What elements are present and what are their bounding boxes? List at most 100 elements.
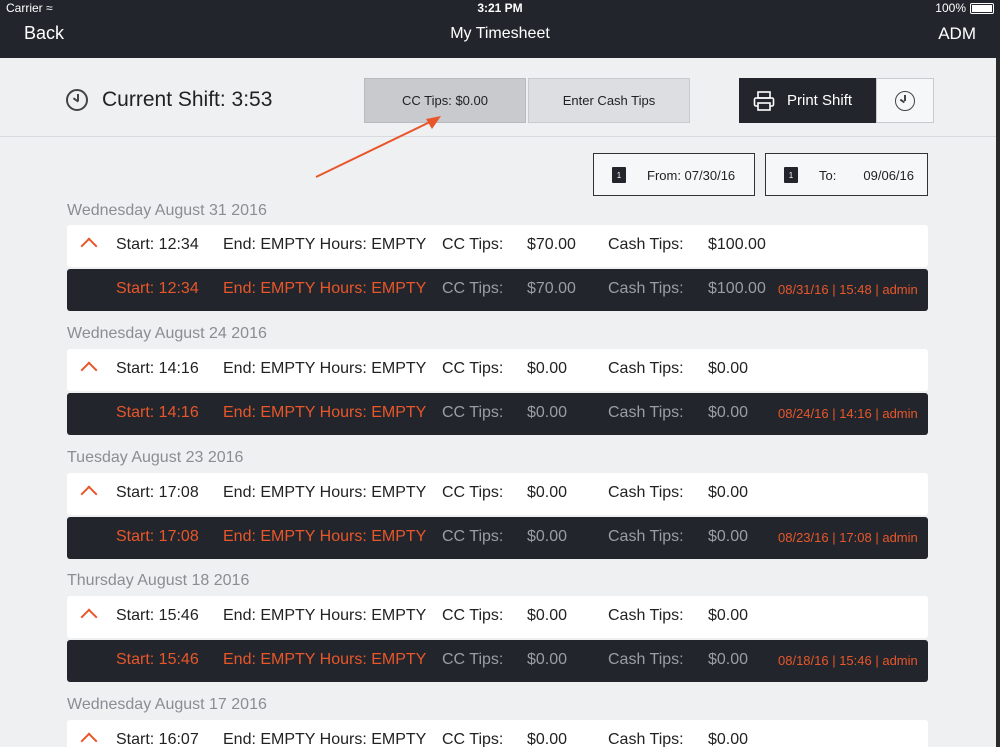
cc-tips-label: CC Tips: (442, 360, 504, 377)
cash-tips-value: $0.00 (708, 731, 749, 747)
shift-row[interactable]: Start: 15:46 End: EMPTY Hours: EMPTY CC … (67, 596, 928, 638)
cc-tips-label: CC Tips: (442, 280, 504, 297)
cash-tips-value: $0.00 (708, 651, 749, 668)
stopwatch-icon (66, 89, 88, 111)
shift-row[interactable]: Start: 12:34 End: EMPTY Hours: EMPTY CC … (67, 225, 928, 267)
status-bar: Carrier ≈ 3:21 PM 100% (0, 0, 1000, 16)
chevron-up-icon[interactable] (80, 608, 98, 626)
date-from-label: From: 07/30/16 (647, 168, 736, 183)
timesheet-content[interactable]: Current Shift: 3:53 CC Tips: $0.00 Enter… (0, 58, 996, 747)
cash-tips-label: Cash Tips: (608, 607, 684, 624)
calendar-icon (612, 167, 626, 183)
date-from-button[interactable]: From: 07/30/16 (593, 153, 755, 196)
cash-tips-value: $100.00 (708, 236, 766, 253)
cc-tips-label: CC Tips: (442, 528, 504, 545)
edit-meta: 08/23/16 | 17:08 | admin (778, 530, 918, 545)
cash-tips-value: $0.00 (708, 528, 749, 545)
chevron-up-icon[interactable] (80, 732, 98, 747)
group-date-header: Thursday August 18 2016 (67, 572, 250, 589)
cc-tips-value: $0.00 (527, 404, 568, 421)
shift-end-hours: End: EMPTY Hours: EMPTY (223, 731, 427, 747)
edit-meta: 08/31/16 | 15:48 | admin (778, 282, 918, 297)
shift-start: Start: 14:16 (116, 404, 199, 421)
cash-tips-label: Cash Tips: (608, 528, 684, 545)
cash-tips-value: $100.00 (708, 280, 766, 297)
print-shift-button[interactable]: Print Shift (739, 78, 876, 123)
shift-detail-row[interactable]: Start: 17:08 End: EMPTY Hours: EMPTY CC … (67, 517, 928, 559)
group-date-header: Wednesday August 17 2016 (67, 696, 267, 713)
chevron-up-icon[interactable] (80, 237, 98, 255)
cc-tips-value: $0.00 (527, 528, 568, 545)
edit-meta: 08/24/16 | 14:16 | admin (778, 406, 918, 421)
cash-tips-label: Cash Tips: (608, 360, 684, 377)
cc-tips-value: $70.00 (527, 280, 576, 297)
shift-start: Start: 14:16 (116, 360, 199, 377)
shift-end-hours: End: EMPTY Hours: EMPTY (223, 236, 427, 253)
cc-tips-label: CC Tips: (442, 731, 504, 747)
date-to-button[interactable]: To: 09/06/16 (765, 153, 928, 196)
clock-history-button[interactable] (876, 78, 934, 123)
cash-tips-value: $0.00 (708, 484, 749, 501)
group-date-header: Wednesday August 31 2016 (67, 202, 267, 219)
shift-end-hours: End: EMPTY Hours: EMPTY (223, 528, 427, 545)
shift-detail-row[interactable]: Start: 15:46 End: EMPTY Hours: EMPTY CC … (67, 640, 928, 682)
cc-tips-value: $70.00 (527, 236, 576, 253)
cc-tips-label: CC Tips: (442, 404, 504, 421)
enter-cash-tips-label: Enter Cash Tips (562, 93, 656, 108)
group-date-header: Wednesday August 24 2016 (67, 325, 267, 342)
shift-end-hours: End: EMPTY Hours: EMPTY (223, 484, 427, 501)
status-time: 3:21 PM (477, 1, 523, 15)
cash-tips-label: Cash Tips: (608, 404, 684, 421)
cash-tips-label: Cash Tips: (608, 731, 684, 747)
app-screen: Carrier ≈ 3:21 PM 100% Back My Timesheet… (0, 0, 1000, 747)
shift-start: Start: 12:34 (116, 236, 199, 253)
shift-row[interactable]: Start: 14:16 End: EMPTY Hours: EMPTY CC … (67, 349, 928, 391)
shift-detail-row[interactable]: Start: 12:34 End: EMPTY Hours: EMPTY CC … (67, 269, 928, 311)
shift-start: Start: 15:46 (116, 607, 199, 624)
calendar-icon (784, 167, 798, 183)
shift-start: Start: 15:46 (116, 651, 199, 668)
shift-end-hours: End: EMPTY Hours: EMPTY (223, 404, 427, 421)
page-title: My Timesheet (450, 25, 550, 42)
chevron-up-icon[interactable] (80, 361, 98, 379)
shift-end-hours: End: EMPTY Hours: EMPTY (223, 280, 427, 297)
cash-tips-value: $0.00 (708, 607, 749, 624)
enter-cash-tips-button[interactable]: Enter Cash Tips (528, 78, 690, 123)
chevron-up-icon[interactable] (80, 485, 98, 503)
shift-start: Start: 16:07 (116, 731, 199, 747)
edit-meta: 08/18/16 | 15:46 | admin (778, 653, 918, 668)
current-shift-label: Current Shift: 3:53 (102, 88, 273, 111)
shift-end-hours: End: EMPTY Hours: EMPTY (223, 360, 427, 377)
cc-tips-label: CC Tips: (442, 236, 504, 253)
date-to-label: To: (819, 168, 837, 183)
cc-tips-value: $0.00 (527, 731, 568, 747)
cc-tips-value: $0.00 (527, 651, 568, 668)
date-to-value: 09/06/16 (863, 168, 914, 183)
battery-indicator: 100% (935, 1, 994, 15)
stopwatch-icon (895, 90, 915, 111)
shift-row[interactable]: Start: 16:07 End: EMPTY Hours: EMPTY CC … (67, 720, 928, 747)
cash-tips-label: Cash Tips: (608, 280, 684, 297)
battery-icon (970, 2, 994, 14)
shift-toolbar: Current Shift: 3:53 CC Tips: $0.00 Enter… (0, 58, 996, 137)
shift-start: Start: 17:08 (116, 484, 199, 501)
window-edge (996, 58, 1000, 747)
cc-tips-label: CC Tips: $0.00 (402, 93, 488, 108)
cash-tips-label: Cash Tips: (608, 484, 684, 501)
cash-tips-label: Cash Tips: (608, 651, 684, 668)
print-shift-label: Print Shift (787, 92, 853, 109)
cc-tips-button[interactable]: CC Tips: $0.00 (364, 78, 526, 123)
shift-start: Start: 12:34 (116, 280, 199, 297)
nav-bar: Back My Timesheet ADM (0, 16, 1000, 58)
battery-percent: 100% (935, 1, 966, 15)
group-date-header: Tuesday August 23 2016 (67, 449, 244, 466)
user-button[interactable]: ADM (938, 24, 976, 44)
shift-row[interactable]: Start: 17:08 End: EMPTY Hours: EMPTY CC … (67, 473, 928, 515)
cc-tips-value: $0.00 (527, 360, 568, 377)
cash-tips-value: $0.00 (708, 360, 749, 377)
printer-icon (753, 90, 775, 111)
cash-tips-value: $0.00 (708, 404, 749, 421)
cc-tips-label: CC Tips: (442, 651, 504, 668)
shift-detail-row[interactable]: Start: 14:16 End: EMPTY Hours: EMPTY CC … (67, 393, 928, 435)
shift-end-hours: End: EMPTY Hours: EMPTY (223, 607, 427, 624)
